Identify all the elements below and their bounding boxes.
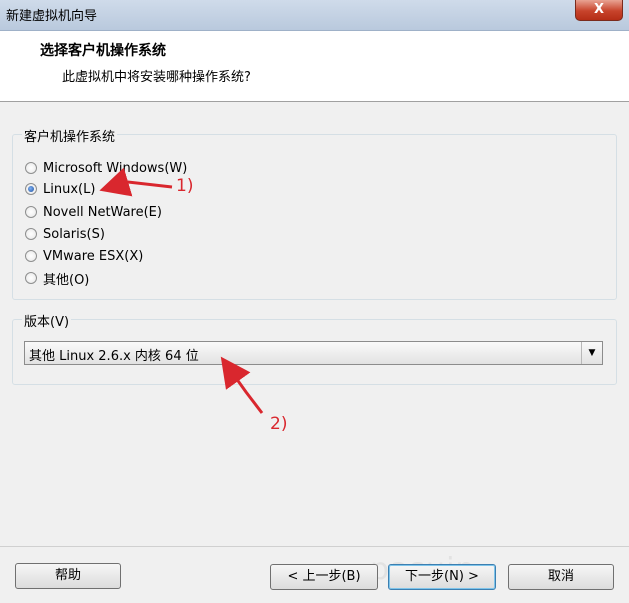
annotation-label-1: 1) [176, 176, 194, 196]
back-button[interactable]: < 上一步(B) [270, 564, 378, 590]
annotation-label-2: 2) [270, 414, 288, 434]
annotation-arrow-2 [220, 356, 264, 414]
cancel-button[interactable]: 取消 [508, 564, 614, 590]
annotation-arrow-1 [99, 167, 173, 197]
next-button[interactable]: 下一步(N) > [388, 564, 496, 590]
footer-divider [0, 546, 629, 547]
annotation-arrows [99, 167, 264, 414]
help-button[interactable]: 帮助 [15, 563, 121, 589]
